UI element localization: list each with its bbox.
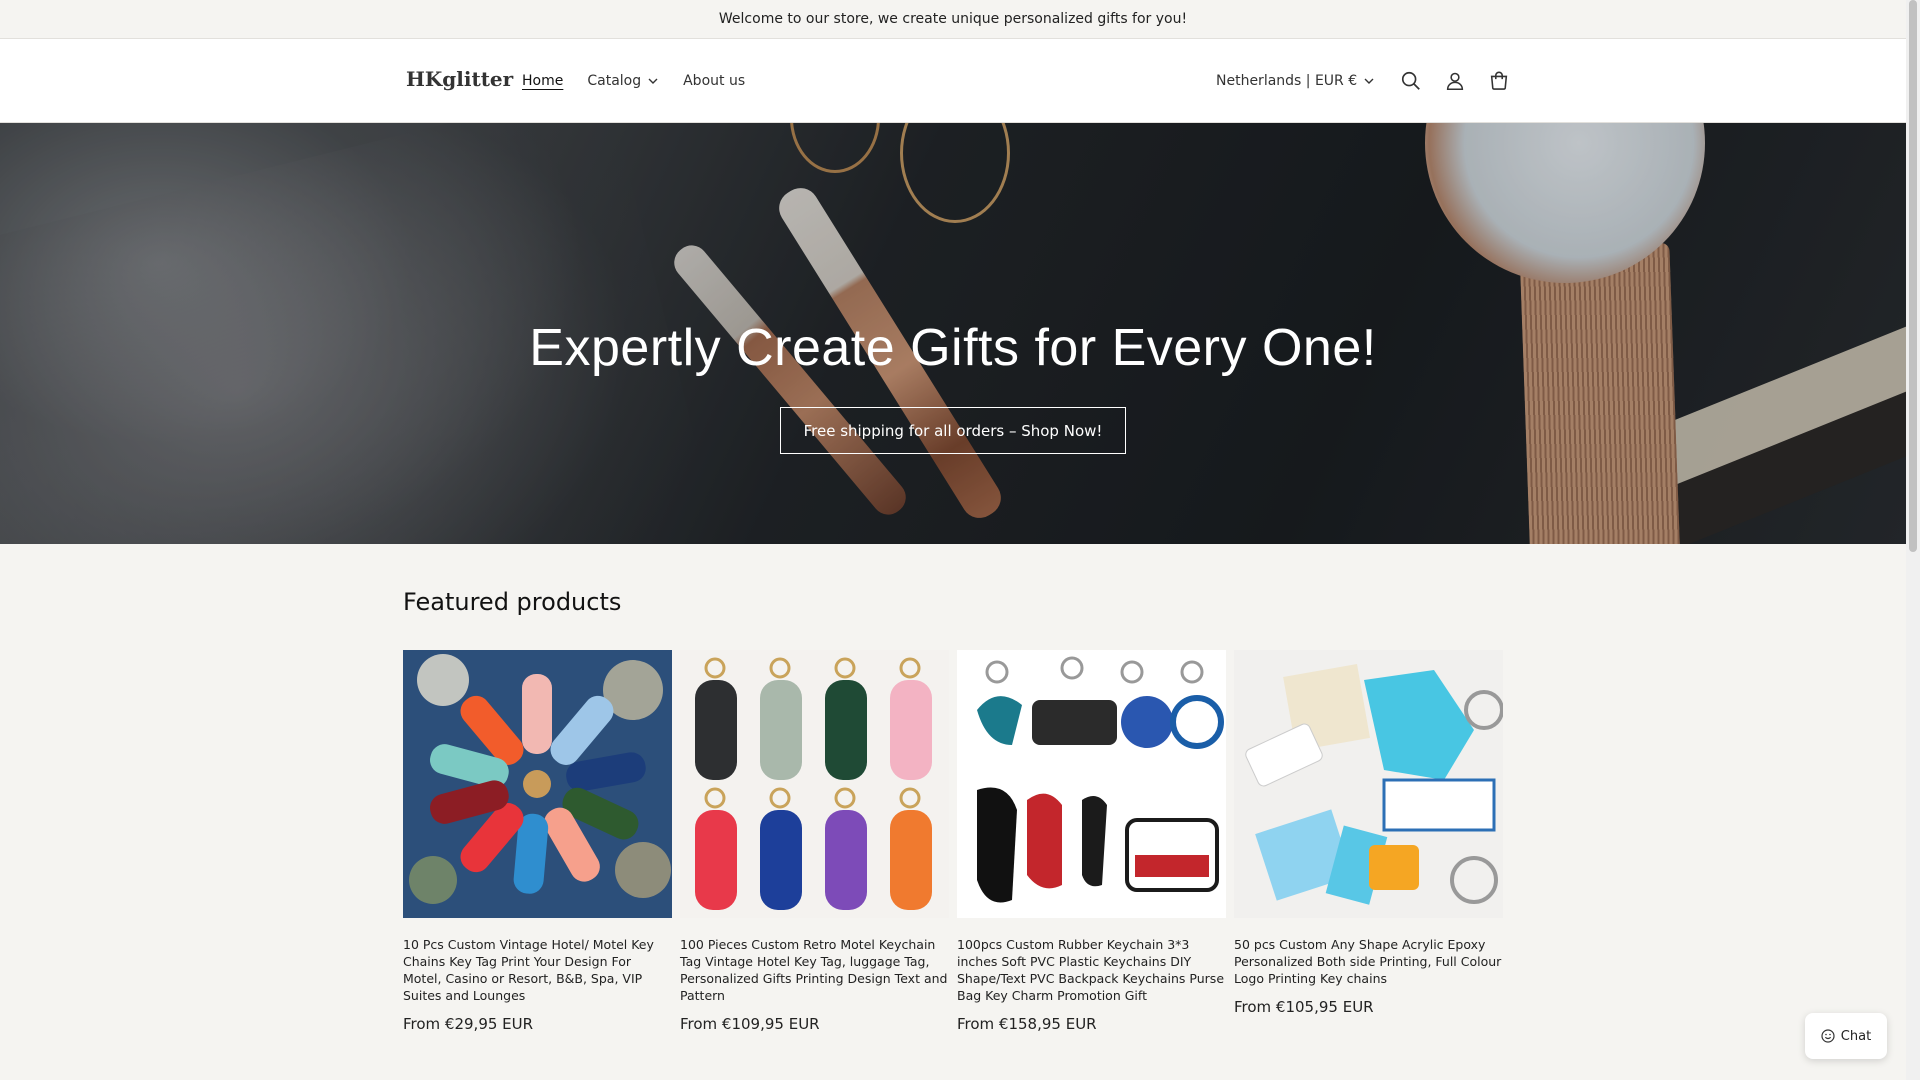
nav-about[interactable]: About us xyxy=(683,73,745,89)
product-image xyxy=(403,650,672,918)
product-card[interactable]: 10 Pcs Custom Vintage Hotel/ Motel Key C… xyxy=(403,650,672,1033)
account-button[interactable] xyxy=(1433,59,1477,103)
chevron-down-icon xyxy=(648,78,658,84)
featured-products-title: Featured products xyxy=(403,588,622,616)
nav-catalog[interactable]: Catalog xyxy=(587,73,659,89)
product-card[interactable]: 100 Pieces Custom Retro Motel Keychain T… xyxy=(680,650,949,1033)
hero-banner: Expertly Create Gifts for Every One! xyxy=(0,123,1906,544)
product-grid: 10 Pcs Custom Vintage Hotel/ Motel Key C… xyxy=(403,650,1503,1033)
product-title[interactable]: 100pcs Custom Rubber Keychain 3*3 inches… xyxy=(957,936,1226,1004)
nav-catalog-label: Catalog xyxy=(587,73,642,89)
chat-label: Chat xyxy=(1840,1028,1872,1044)
product-title[interactable]: 50 pcs Custom Any Shape Acrylic Epoxy Pe… xyxy=(1234,936,1503,987)
locale-selector[interactable]: Netherlands | EUR € xyxy=(1216,73,1375,89)
account-icon xyxy=(1447,72,1464,91)
product-price: From €109,95 EUR xyxy=(680,1015,820,1033)
scrollbar-thumb[interactable] xyxy=(1909,0,1917,552)
store-logo[interactable]: HKglitter xyxy=(406,67,513,91)
keychain-photo xyxy=(1234,650,1503,918)
product-price: From €158,95 EUR xyxy=(957,1015,1097,1033)
product-card[interactable]: 100pcs Custom Rubber Keychain 3*3 inches… xyxy=(957,650,1226,1033)
keychain-photo xyxy=(403,650,672,918)
product-image xyxy=(957,650,1226,918)
keychain-photo xyxy=(680,650,949,918)
cart-button[interactable] xyxy=(1477,59,1521,103)
header-actions: Netherlands | EUR € xyxy=(1216,39,1521,123)
product-title[interactable]: 100 Pieces Custom Retro Motel Keychain T… xyxy=(680,936,949,1004)
site-header: HKglitter Home Catalog About us Netherla… xyxy=(0,39,1906,123)
product-image xyxy=(1234,650,1503,918)
product-price: From €29,95 EUR xyxy=(403,1015,534,1033)
hero-title: Expertly Create Gifts for Every One! xyxy=(529,319,1377,377)
chat-button[interactable]: Chat xyxy=(1805,1013,1887,1059)
locale-label: Netherlands | EUR € xyxy=(1216,73,1358,89)
product-price: From €105,95 EUR xyxy=(1234,998,1374,1016)
product-title[interactable]: 10 Pcs Custom Vintage Hotel/ Motel Key C… xyxy=(403,936,672,1004)
shop-now-button[interactable]: Free shipping for all orders – Shop Now! xyxy=(780,407,1126,454)
search-icon xyxy=(1402,71,1420,90)
cart-icon xyxy=(1490,71,1508,90)
keychain-photo xyxy=(957,650,1226,918)
product-card[interactable]: 50 pcs Custom Any Shape Acrylic Epoxy Pe… xyxy=(1234,650,1503,1033)
announcement-text: Welcome to our store, we create unique p… xyxy=(718,11,1188,27)
announcement-bar: Welcome to our store, we create unique p… xyxy=(0,0,1906,39)
smile-icon xyxy=(1821,1029,1835,1043)
nav-home[interactable]: Home xyxy=(522,73,563,89)
main-nav: Home Catalog About us xyxy=(522,39,769,123)
chevron-down-icon xyxy=(1364,78,1374,84)
product-image xyxy=(680,650,949,918)
search-button[interactable] xyxy=(1389,59,1433,103)
